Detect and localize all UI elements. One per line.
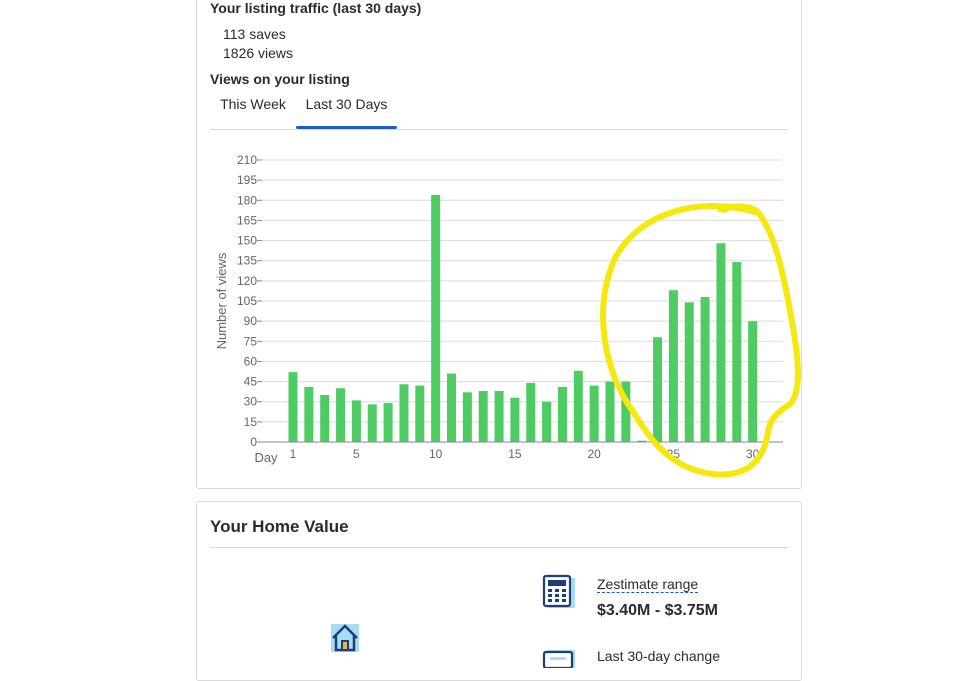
y-axis-label: Number of views <box>214 252 229 349</box>
bar-day-16 <box>526 382 536 442</box>
bar-day-17 <box>542 401 552 442</box>
bar-day-19 <box>573 370 583 442</box>
x-tick-label: 10 <box>429 447 443 461</box>
bar-day-9 <box>415 385 425 442</box>
x-tick-label: 1 <box>290 447 297 461</box>
x-tick-label: 15 <box>508 447 522 461</box>
y-tick-label: 120 <box>237 274 257 288</box>
bar-day-6 <box>367 404 377 442</box>
bar-day-13 <box>478 390 488 442</box>
x-tick-label: 5 <box>353 447 360 461</box>
bar-day-21 <box>605 381 615 442</box>
zestimate-range-value: $3.40M - $3.75M <box>597 602 718 619</box>
y-tick-label: 90 <box>244 314 258 328</box>
bar-day-12 <box>462 392 472 442</box>
y-tick-label: 165 <box>237 213 257 227</box>
bar-day-14 <box>494 390 504 442</box>
y-tick-label: 180 <box>237 193 257 207</box>
y-tick-label: 0 <box>250 435 257 449</box>
y-tick-label: 30 <box>244 395 258 409</box>
bar-day-5 <box>351 400 361 442</box>
zestimate-range-label[interactable]: Zestimate range <box>597 576 699 593</box>
bar-day-2 <box>304 386 314 442</box>
bar-day-11 <box>447 373 456 442</box>
y-tick-label: 150 <box>237 234 257 248</box>
bar-day-27 <box>700 296 710 442</box>
bar-day-30 <box>748 321 758 442</box>
y-tick-label: 45 <box>244 375 258 389</box>
bar-day-8 <box>399 384 409 442</box>
house-icon <box>329 620 361 659</box>
home-value-heading: Your Home Value <box>210 517 349 536</box>
bar-day-28 <box>716 243 726 442</box>
bar-day-1 <box>288 372 298 442</box>
bar-day-15 <box>510 397 520 442</box>
x-axis-label: Day <box>254 450 278 465</box>
bar-day-4 <box>336 388 346 442</box>
y-tick-label: 195 <box>237 173 257 187</box>
home-value-card: Your Home Value Zestimate range $3.40M -… <box>196 501 802 681</box>
y-tick-label: 15 <box>244 415 258 429</box>
bar-day-18 <box>557 386 567 442</box>
bar-day-20 <box>589 385 599 442</box>
bar-day-7 <box>383 403 393 442</box>
highlight-circle-annotation <box>600 203 801 478</box>
y-tick-label: 60 <box>244 354 258 368</box>
bar-day-24 <box>653 337 663 442</box>
calendar-icon <box>541 648 577 673</box>
y-tick-label: 105 <box>237 294 257 308</box>
bar-day-29 <box>732 262 742 442</box>
y-tick-label: 210 <box>237 153 257 167</box>
x-tick-label: 20 <box>587 447 601 461</box>
bar-day-25 <box>668 290 678 442</box>
home-value-divider <box>210 547 788 548</box>
y-tick-label: 135 <box>237 254 257 268</box>
bar-day-3 <box>320 395 330 442</box>
calculator-icon <box>541 574 577 615</box>
y-tick-label: 75 <box>244 334 258 348</box>
bar-day-26 <box>684 302 694 442</box>
bar-day-10 <box>431 194 441 442</box>
